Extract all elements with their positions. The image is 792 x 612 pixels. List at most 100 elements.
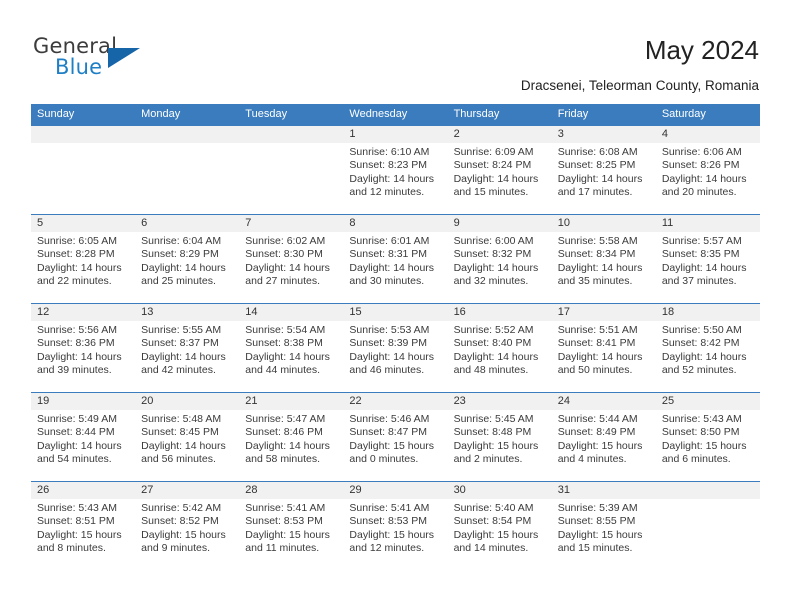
day-cell[interactable]: 28 Sunrise: 5:41 AM Sunset: 8:53 PM Dayl… <box>239 482 344 570</box>
sunrise-text: Sunrise: 5:39 AM <box>557 502 638 514</box>
sunset-text: Sunset: 8:42 PM <box>661 337 740 350</box>
daylight-line1: Daylight: 14 hours <box>661 261 747 274</box>
sunrise-text: Sunrise: 6:04 AM <box>141 235 222 247</box>
day-number: 26 <box>31 482 136 499</box>
daylight-line2: and 32 minutes. <box>453 274 529 287</box>
day-cell[interactable]: 23 Sunrise: 5:45 AM Sunset: 8:48 PM Dayl… <box>447 393 552 481</box>
sunset-text: Sunset: 8:53 PM <box>245 515 323 528</box>
week-row: 26 Sunrise: 5:43 AM Sunset: 8:51 PM Dayl… <box>31 481 760 570</box>
day-cell[interactable]: 8 Sunrise: 6:01 AM Sunset: 8:31 PM Dayli… <box>343 215 448 303</box>
day-info: Sunrise: 6:08 AM Sunset: 8:25 PM Dayligh… <box>552 143 656 199</box>
day-cell[interactable]: 29 Sunrise: 5:41 AM Sunset: 8:53 PM Dayl… <box>343 482 448 570</box>
day-cell[interactable]: 5 Sunrise: 6:05 AM Sunset: 8:28 PM Dayli… <box>31 215 136 303</box>
day-cell[interactable]: 24 Sunrise: 5:44 AM Sunset: 8:49 PM Dayl… <box>551 393 656 481</box>
day-number: 21 <box>239 393 344 410</box>
daylight-line2: and 8 minutes. <box>37 541 106 554</box>
sunrise-text: Sunrise: 5:56 AM <box>37 324 117 336</box>
daylight-line2: and 27 minutes. <box>245 274 320 287</box>
day-cell[interactable]: 11 Sunrise: 5:57 AM Sunset: 8:35 PM Dayl… <box>655 215 760 303</box>
daylight-line1: Daylight: 15 hours <box>245 528 330 541</box>
day-cell <box>239 126 344 214</box>
day-info: Sunrise: 5:44 AM Sunset: 8:49 PM Dayligh… <box>552 410 656 466</box>
sunset-text: Sunset: 8:29 PM <box>141 248 219 261</box>
day-info: Sunrise: 6:10 AM Sunset: 8:23 PM Dayligh… <box>343 143 447 199</box>
day-number: 2 <box>447 126 552 143</box>
day-cell[interactable]: 2 Sunrise: 6:09 AM Sunset: 8:24 PM Dayli… <box>447 126 552 214</box>
day-info: Sunrise: 5:39 AM Sunset: 8:55 PM Dayligh… <box>552 499 656 555</box>
day-cell[interactable]: 27 Sunrise: 5:42 AM Sunset: 8:52 PM Dayl… <box>135 482 240 570</box>
calendar-grid: Sunday Monday Tuesday Wednesday Thursday… <box>31 104 760 570</box>
day-info: Sunrise: 5:51 AM Sunset: 8:41 PM Dayligh… <box>552 321 656 377</box>
sunrise-text: Sunrise: 5:50 AM <box>661 324 742 336</box>
logo-triangle-icon <box>108 48 140 68</box>
daylight-line1: Daylight: 14 hours <box>349 172 435 185</box>
daylight-line1: Daylight: 14 hours <box>349 350 435 363</box>
day-cell[interactable]: 17 Sunrise: 5:51 AM Sunset: 8:41 PM Dayl… <box>551 304 656 392</box>
day-info: Sunrise: 5:54 AM Sunset: 8:38 PM Dayligh… <box>239 321 343 377</box>
daylight-line1: Daylight: 14 hours <box>661 172 747 185</box>
weekday-wednesday: Wednesday <box>349 108 408 120</box>
day-cell[interactable]: 13 Sunrise: 5:55 AM Sunset: 8:37 PM Dayl… <box>135 304 240 392</box>
weekday-saturday: Saturday <box>661 108 706 120</box>
daylight-line2: and 14 minutes. <box>453 541 529 554</box>
day-cell[interactable]: 7 Sunrise: 6:02 AM Sunset: 8:30 PM Dayli… <box>239 215 344 303</box>
day-cell[interactable]: 14 Sunrise: 5:54 AM Sunset: 8:38 PM Dayl… <box>239 304 344 392</box>
day-cell[interactable]: 3 Sunrise: 6:08 AM Sunset: 8:25 PM Dayli… <box>551 126 656 214</box>
daylight-line2: and 44 minutes. <box>245 363 320 376</box>
day-number: 20 <box>135 393 240 410</box>
day-cell[interactable]: 19 Sunrise: 5:49 AM Sunset: 8:44 PM Dayl… <box>31 393 136 481</box>
week-row: 1 Sunrise: 6:10 AM Sunset: 8:23 PM Dayli… <box>31 125 760 214</box>
day-cell[interactable]: 20 Sunrise: 5:48 AM Sunset: 8:45 PM Dayl… <box>135 393 240 481</box>
day-cell[interactable]: 30 Sunrise: 5:40 AM Sunset: 8:54 PM Dayl… <box>447 482 552 570</box>
day-cell[interactable]: 22 Sunrise: 5:46 AM Sunset: 8:47 PM Dayl… <box>343 393 448 481</box>
sunset-text: Sunset: 8:45 PM <box>141 426 219 439</box>
sunrise-text: Sunrise: 6:05 AM <box>37 235 117 247</box>
daylight-line1: Daylight: 15 hours <box>453 439 539 452</box>
day-number: 27 <box>135 482 240 499</box>
daylight-line2: and 20 minutes. <box>661 185 737 198</box>
day-number: 9 <box>447 215 552 232</box>
day-number <box>655 482 760 499</box>
general-blue-logo[interactable]: General Blue <box>33 34 213 82</box>
sunrise-text: Sunrise: 6:10 AM <box>349 146 430 158</box>
day-number: 7 <box>239 215 344 232</box>
sunrise-text: Sunrise: 6:08 AM <box>557 146 638 158</box>
day-number: 11 <box>655 215 760 232</box>
day-cell[interactable]: 1 Sunrise: 6:10 AM Sunset: 8:23 PM Dayli… <box>343 126 448 214</box>
day-cell[interactable]: 15 Sunrise: 5:53 AM Sunset: 8:39 PM Dayl… <box>343 304 448 392</box>
daylight-line1: Daylight: 14 hours <box>37 439 122 452</box>
sunrise-text: Sunrise: 6:01 AM <box>349 235 430 247</box>
day-number: 18 <box>655 304 760 321</box>
daylight-line1: Daylight: 14 hours <box>557 172 643 185</box>
weekday-sunday: Sunday <box>37 108 75 120</box>
daylight-line2: and 42 minutes. <box>141 363 216 376</box>
day-cell[interactable]: 9 Sunrise: 6:00 AM Sunset: 8:32 PM Dayli… <box>447 215 552 303</box>
day-cell[interactable]: 6 Sunrise: 6:04 AM Sunset: 8:29 PM Dayli… <box>135 215 240 303</box>
day-cell[interactable]: 25 Sunrise: 5:43 AM Sunset: 8:50 PM Dayl… <box>655 393 760 481</box>
day-number: 12 <box>31 304 136 321</box>
day-cell[interactable]: 12 Sunrise: 5:56 AM Sunset: 8:36 PM Dayl… <box>31 304 136 392</box>
day-info: Sunrise: 6:01 AM Sunset: 8:31 PM Dayligh… <box>343 232 447 288</box>
daylight-line2: and 56 minutes. <box>141 452 216 465</box>
sunrise-text: Sunrise: 5:41 AM <box>349 502 430 514</box>
day-cell[interactable]: 31 Sunrise: 5:39 AM Sunset: 8:55 PM Dayl… <box>551 482 656 570</box>
daylight-line2: and 52 minutes. <box>661 363 737 376</box>
day-info: Sunrise: 6:05 AM Sunset: 8:28 PM Dayligh… <box>31 232 135 288</box>
daylight-line1: Daylight: 15 hours <box>37 528 122 541</box>
day-cell[interactable]: 21 Sunrise: 5:47 AM Sunset: 8:46 PM Dayl… <box>239 393 344 481</box>
sunset-text: Sunset: 8:36 PM <box>37 337 115 350</box>
day-number <box>135 126 240 143</box>
daylight-line1: Daylight: 14 hours <box>557 261 643 274</box>
day-info: Sunrise: 5:41 AM Sunset: 8:53 PM Dayligh… <box>239 499 343 555</box>
sunset-text: Sunset: 8:41 PM <box>557 337 636 350</box>
sunset-text: Sunset: 8:46 PM <box>245 426 323 439</box>
day-cell[interactable]: 4 Sunrise: 6:06 AM Sunset: 8:26 PM Dayli… <box>655 126 760 214</box>
day-number: 1 <box>343 126 448 143</box>
day-cell[interactable]: 10 Sunrise: 5:58 AM Sunset: 8:34 PM Dayl… <box>551 215 656 303</box>
day-cell[interactable]: 18 Sunrise: 5:50 AM Sunset: 8:42 PM Dayl… <box>655 304 760 392</box>
sunset-text: Sunset: 8:25 PM <box>557 159 636 172</box>
day-cell[interactable]: 16 Sunrise: 5:52 AM Sunset: 8:40 PM Dayl… <box>447 304 552 392</box>
daylight-line1: Daylight: 14 hours <box>141 261 226 274</box>
sunset-text: Sunset: 8:52 PM <box>141 515 219 528</box>
day-cell[interactable]: 26 Sunrise: 5:43 AM Sunset: 8:51 PM Dayl… <box>31 482 136 570</box>
